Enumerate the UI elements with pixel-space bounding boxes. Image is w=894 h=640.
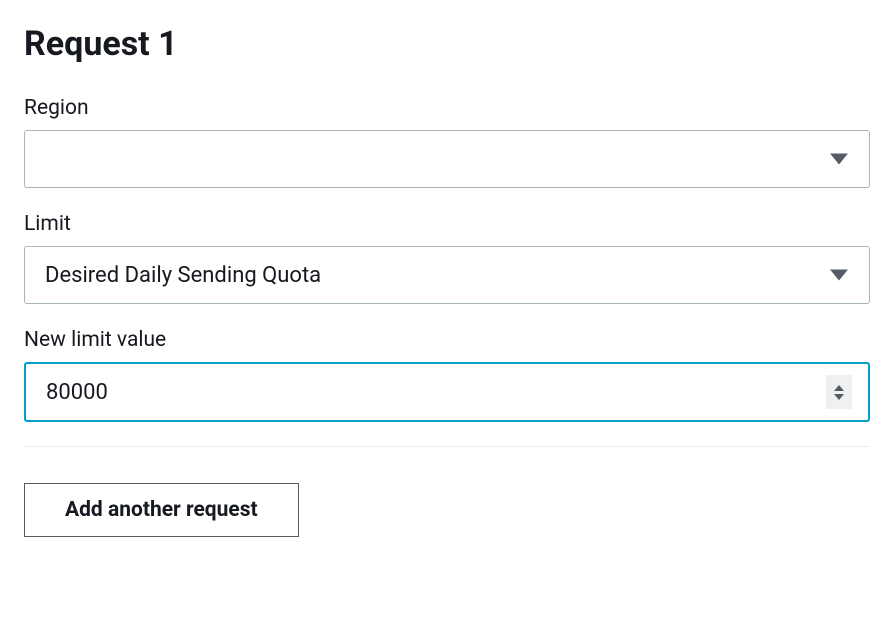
limit-select[interactable]: Desired Daily Sending Quota bbox=[24, 246, 870, 304]
stepper-down-icon[interactable] bbox=[834, 394, 844, 400]
stepper-up-icon[interactable] bbox=[834, 385, 844, 391]
region-label: Region bbox=[24, 96, 870, 120]
region-select[interactable] bbox=[24, 130, 870, 188]
new-limit-value-input[interactable] bbox=[24, 362, 870, 422]
divider bbox=[24, 446, 870, 447]
limit-field: Limit Desired Daily Sending Quota bbox=[24, 212, 870, 304]
region-select-wrapper bbox=[24, 130, 870, 188]
add-another-request-button[interactable]: Add another request bbox=[24, 483, 299, 537]
new-limit-value-input-wrapper bbox=[24, 362, 870, 422]
form-title: Request 1 bbox=[24, 24, 870, 64]
new-limit-value-field: New limit value bbox=[24, 328, 870, 422]
limit-select-wrapper: Desired Daily Sending Quota bbox=[24, 246, 870, 304]
region-field: Region bbox=[24, 96, 870, 188]
new-limit-value-label: New limit value bbox=[24, 328, 870, 352]
limit-label: Limit bbox=[24, 212, 870, 236]
number-stepper bbox=[826, 375, 852, 409]
